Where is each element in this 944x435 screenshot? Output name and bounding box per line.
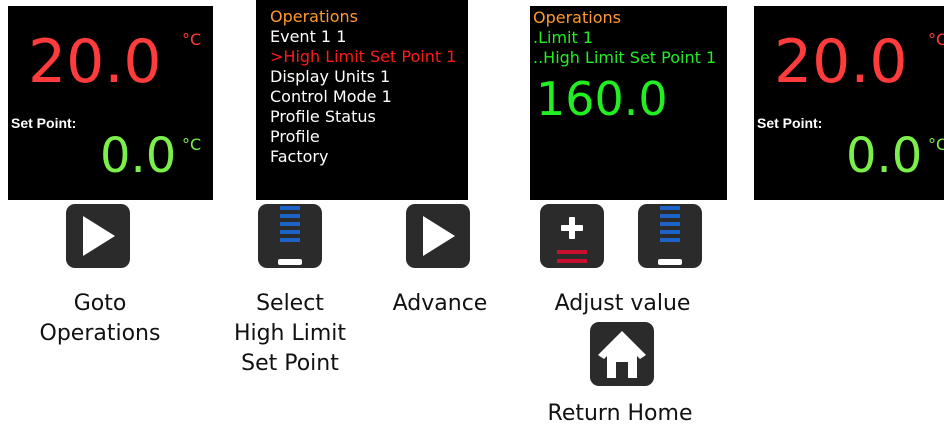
plus-icon xyxy=(557,217,587,263)
caption-line: Goto xyxy=(73,291,127,316)
temperature-unit: °C xyxy=(928,30,944,49)
setpoint-unit: °C xyxy=(928,135,944,154)
setpoint-label: Set Point: xyxy=(11,115,77,131)
menu-item-display-units[interactable]: Display Units 1 xyxy=(270,67,456,87)
operations-menu-screen: Operations Event 1 1 >High Limit Set Poi… xyxy=(256,0,468,200)
caption-adjust-value: Adjust value xyxy=(554,291,691,316)
advance-button[interactable] xyxy=(406,204,470,268)
play-icon xyxy=(83,216,115,256)
home-icon xyxy=(598,331,646,378)
temperature-unit: °C xyxy=(182,30,202,49)
caption-goto-operations: Goto Operations xyxy=(30,289,170,349)
temperature-value: 20.0 xyxy=(28,27,162,97)
menu-header: Operations xyxy=(270,7,358,26)
down-icon xyxy=(658,206,682,265)
breadcrumb-operations: Operations xyxy=(533,8,621,27)
setpoint-label: Set Point: xyxy=(757,115,823,131)
decrease-button[interactable] xyxy=(638,204,702,268)
setpoint-value: 0.0 xyxy=(846,128,923,184)
caption-select-high-limit: Select High Limit Set Point xyxy=(220,289,360,379)
high-limit-edit-screen: Operations .Limit 1 ..High Limit Set Poi… xyxy=(530,6,727,200)
caption-line: Select xyxy=(256,291,324,316)
caption-line: Set Point xyxy=(241,351,339,376)
breadcrumb-high-limit: ..High Limit Set Point 1 xyxy=(533,48,717,67)
menu-item-profile[interactable]: Profile xyxy=(270,127,456,147)
menu-item-event-1[interactable]: Event 1 1 xyxy=(270,27,456,47)
menu-item-factory[interactable]: Factory xyxy=(270,147,456,167)
increase-button[interactable] xyxy=(540,204,604,268)
high-limit-value: 160.0 xyxy=(536,72,668,126)
home-button[interactable] xyxy=(590,322,654,386)
temperature-value: 20.0 xyxy=(774,27,908,97)
play-icon xyxy=(423,216,455,256)
caption-line: High Limit xyxy=(233,321,347,346)
select-down-button[interactable] xyxy=(258,204,322,268)
setpoint-value: 0.0 xyxy=(100,128,177,184)
operations-menu: Operations Event 1 1 >High Limit Set Poi… xyxy=(270,7,456,167)
caption-advance: Advance xyxy=(392,291,488,316)
goto-operations-button[interactable] xyxy=(66,204,130,268)
menu-item-profile-status[interactable]: Profile Status xyxy=(270,107,456,127)
breadcrumb-limit: .Limit 1 xyxy=(533,28,594,47)
menu-item-control-mode[interactable]: Control Mode 1 xyxy=(270,87,456,107)
down-icon xyxy=(278,206,302,265)
caption-line: Operations xyxy=(39,321,161,346)
caption-return-home: Return Home xyxy=(547,401,693,426)
setpoint-unit: °C xyxy=(182,135,202,154)
home-screen-2: 20.0 °C Set Point: 0.0 °C xyxy=(754,6,944,200)
home-screen-1: 20.0 °C Set Point: 0.0 °C xyxy=(8,6,213,200)
menu-item-high-limit-set-point[interactable]: >High Limit Set Point 1 xyxy=(270,47,456,67)
